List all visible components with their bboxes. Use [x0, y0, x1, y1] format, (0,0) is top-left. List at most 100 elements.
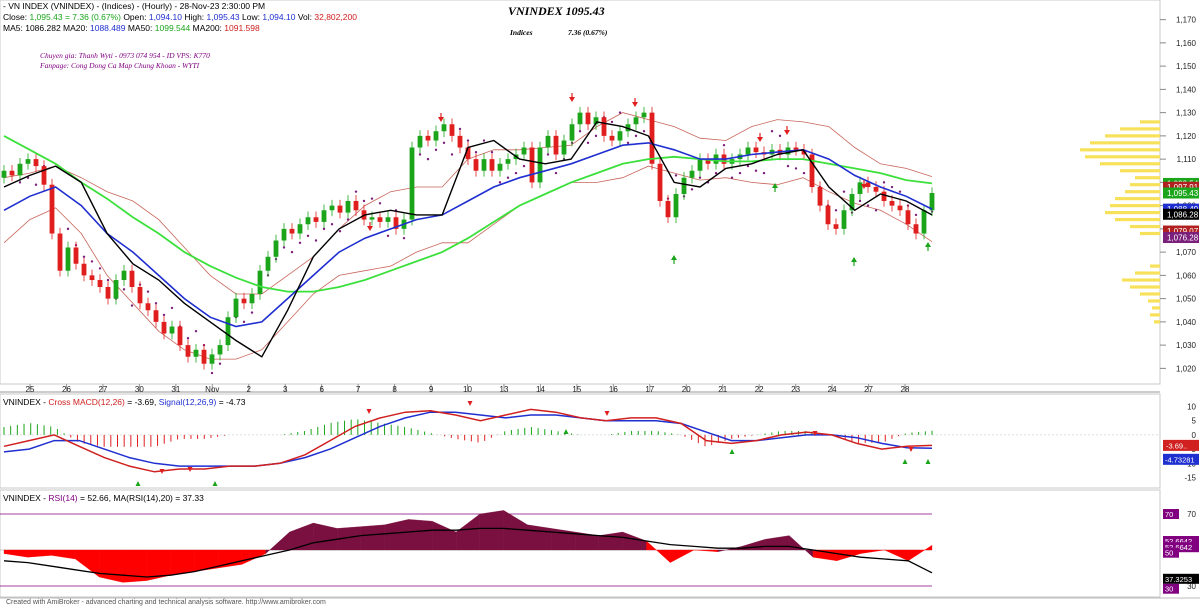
candle-body: [409, 147, 415, 220]
candle-body: [129, 270, 135, 287]
volume-profile-bar: [1148, 299, 1160, 303]
volume-profile-bar: [1140, 120, 1160, 124]
rsi-value-box-label: 70: [1165, 510, 1173, 519]
sar-dot: [250, 311, 254, 314]
volume-profile-bar: [1105, 211, 1160, 215]
sar-dot: [610, 120, 614, 124]
candle-body: [825, 205, 831, 225]
candle-body: [873, 187, 879, 192]
price-tick-label: 1,120: [1176, 132, 1197, 141]
sar-dot: [858, 199, 862, 203]
candle-body: [561, 140, 567, 155]
candle-body: [49, 184, 55, 234]
price-tick-label: 1,140: [1176, 85, 1197, 94]
candle-body: [281, 228, 287, 241]
indices-label: Indices: [509, 28, 533, 37]
date-tick-label: 8: [392, 385, 397, 394]
sar-dot: [18, 181, 22, 184]
candle-body: [185, 345, 191, 357]
price-value-box-label: 1,076.28: [1167, 234, 1199, 243]
sar-dot: [146, 290, 150, 293]
date-tick-label: 23: [791, 385, 800, 394]
candle-body: [657, 163, 663, 201]
candle-body: [553, 135, 559, 155]
sar-dot: [482, 139, 486, 142]
sar-dot: [842, 190, 846, 193]
expert-line: Chuyen gia: Thanh Wyti - 0973 074 954 - …: [40, 51, 210, 60]
macd-tick-label: -15: [1184, 473, 1196, 482]
sar-dot: [34, 183, 38, 186]
candle-body: [889, 200, 895, 206]
date-tick-label: 28: [901, 385, 910, 394]
sar-dot: [386, 234, 390, 238]
candle-body: [753, 147, 759, 153]
sar-dot: [354, 190, 358, 193]
candle-body: [521, 147, 527, 155]
candle-body: [257, 270, 263, 294]
volume-profile-bar: [1085, 155, 1160, 159]
candle-body: [673, 194, 679, 218]
candle-body: [273, 240, 279, 257]
date-tick-label: 14: [536, 385, 545, 394]
candle-body: [113, 280, 119, 299]
sar-dot: [458, 127, 462, 131]
rsi-fill-segment: [99, 549, 124, 583]
candle-body: [337, 205, 343, 213]
price-value-box-label: 1,086.28: [1167, 210, 1199, 219]
date-tick-label: 30: [135, 385, 144, 394]
date-tick-label: 26: [62, 385, 71, 394]
price-tick-label: 1,030: [1176, 341, 1197, 350]
sar-dot: [498, 181, 502, 184]
candle-body: [17, 163, 23, 176]
rsi-fill-segment: [479, 510, 504, 551]
candle-body: [841, 210, 847, 229]
sar-dot: [314, 239, 318, 242]
footer-credit: Created with AmiBroker - advanced charti…: [6, 599, 326, 606]
sar-dot: [802, 171, 806, 175]
candle-body: [25, 159, 31, 164]
price-value-boxes: 1,099.541,097.911,095.431,088.491,086.28…: [1163, 177, 1199, 244]
candle-body: [241, 298, 247, 304]
sar-dot: [426, 157, 430, 161]
volume-profile-bar: [1140, 292, 1160, 296]
candle-body: [217, 345, 223, 355]
price-tick-label: 1,130: [1176, 109, 1197, 118]
sar-dot: [778, 134, 782, 138]
rsi-title: VNINDEX - RSI(14) = 52.66, MA(RSI(14),20…: [3, 493, 204, 503]
sar-dot: [594, 134, 598, 138]
sar-dot: [154, 302, 158, 305]
sar-dot: [514, 171, 518, 175]
date-tick-label: 24: [828, 385, 837, 394]
sar-dot: [546, 153, 550, 156]
chart-big-title: VNINDEX 1095.43: [508, 4, 605, 18]
volume-profile-bar: [1154, 320, 1160, 324]
volume-profile-bar: [1150, 264, 1160, 268]
candle-body: [225, 317, 231, 346]
rsi-fill-segment: [170, 549, 195, 576]
sar-dot: [378, 202, 382, 205]
candle-body: [137, 287, 143, 304]
sar-dot: [170, 306, 174, 310]
date-tick-label: 22: [755, 385, 764, 394]
sar-dot: [730, 176, 734, 179]
sar-dot: [82, 255, 86, 258]
sar-dot: [674, 174, 678, 177]
volume-profile-bar: [1122, 278, 1160, 282]
volume-profile-bar: [1150, 313, 1160, 317]
candle-body: [449, 124, 455, 136]
rsi-fill-segment: [527, 524, 552, 551]
sar-dot: [66, 227, 70, 231]
candle-body: [289, 228, 295, 234]
volume-profile-bar: [1120, 127, 1160, 131]
candle-body: [385, 217, 391, 222]
volume-profile-bar: [1130, 224, 1160, 229]
candle-body: [265, 256, 271, 271]
rsi-fill-segment: [408, 519, 433, 551]
sar-dot: [322, 227, 326, 231]
candle-body: [153, 310, 159, 322]
candle-body: [33, 159, 39, 167]
candle-body: [321, 210, 327, 222]
candle-body: [913, 224, 919, 234]
date-tick-label: 2: [247, 385, 252, 394]
sar-dot: [722, 143, 726, 147]
